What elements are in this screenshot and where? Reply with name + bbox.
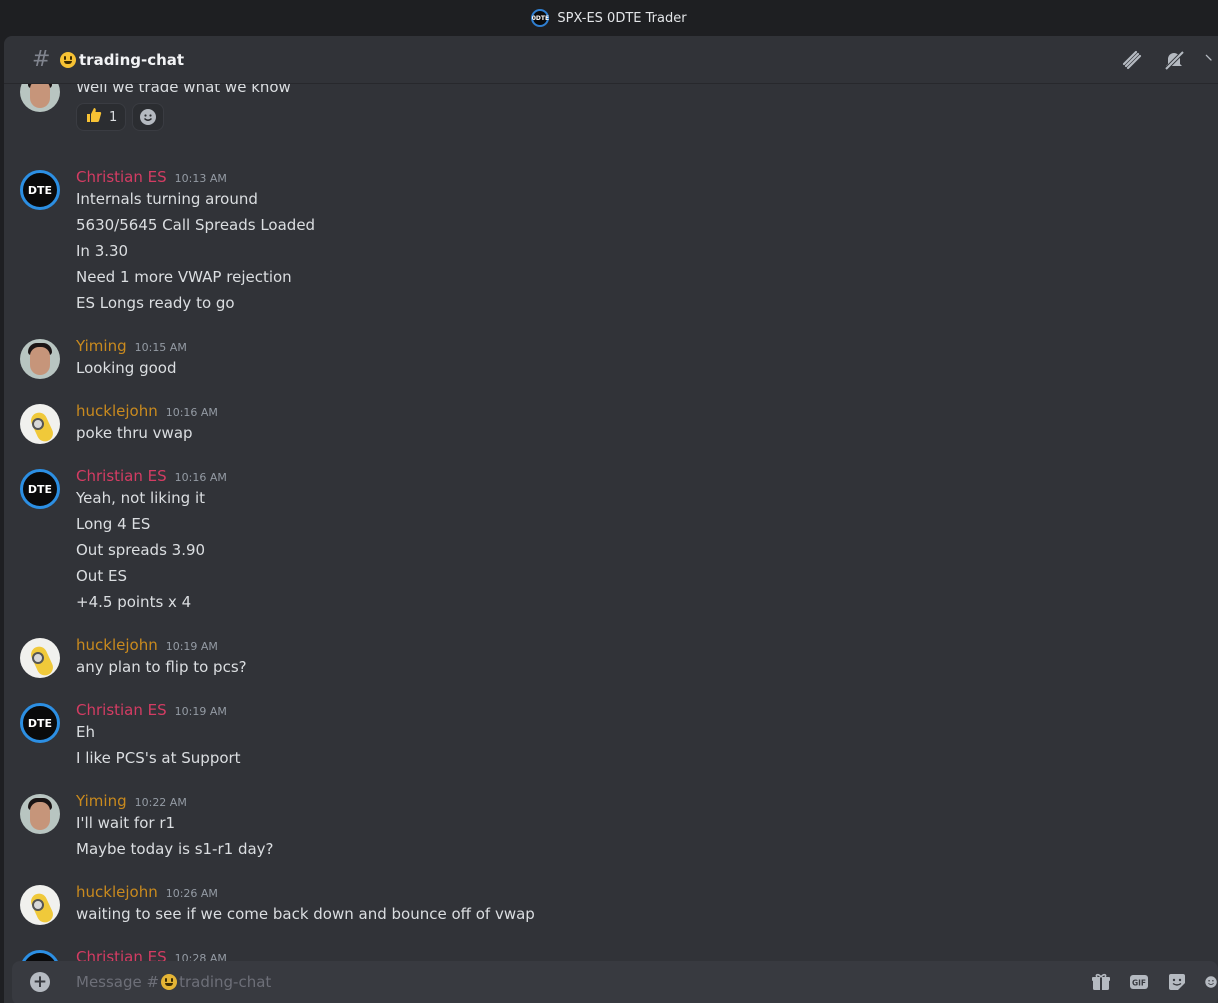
grinning-face-icon <box>161 974 178 990</box>
placeholder-prefix: Message # <box>76 973 160 991</box>
header-toolbar <box>1120 48 1218 72</box>
message-group: Yiming 10:15 AM Looking good <box>4 337 1204 385</box>
message-group: hucklejohn 10:26 AM waiting to see if we… <box>4 883 1204 931</box>
avatar[interactable] <box>20 794 60 834</box>
message-input[interactable]: Message # trading-chat <box>76 973 271 991</box>
message-composer: + Message # trading-chat GIF <box>12 961 1218 1003</box>
message-author[interactable]: hucklejohn <box>76 883 158 901</box>
message-line: Looking good <box>76 359 177 377</box>
message-timestamp: 10:15 AM <box>134 341 187 354</box>
message-author[interactable]: Christian ES <box>76 948 167 961</box>
message-line: I like PCS's at Support <box>76 749 241 767</box>
notification-bell-muted-icon[interactable] <box>1162 48 1186 72</box>
message-timestamp: 10:22 AM <box>134 796 187 809</box>
avatar[interactable] <box>20 339 60 379</box>
message-line: Long 4 ES <box>76 515 151 533</box>
avatar[interactable]: DTE <box>20 703 60 743</box>
message-group: hucklejohn 10:16 AM poke thru vwap <box>4 402 1204 450</box>
composer-toolbar: GIF <box>1090 971 1218 993</box>
message-timestamp: 10:26 AM <box>165 887 218 900</box>
threads-icon[interactable] <box>1120 48 1144 72</box>
avatar[interactable]: DTE <box>20 950 60 961</box>
emoji-picker-icon[interactable] <box>1204 971 1218 993</box>
message-line: Eh <box>76 723 95 741</box>
window-titlebar: 0DTE SPX-ES 0DTE Trader <box>0 0 1218 36</box>
message-group: DTE Christian ES 10:28 AM <box>4 948 1204 961</box>
message-line: I'll wait for r1 <box>76 814 176 832</box>
avatar[interactable] <box>20 84 60 112</box>
message-group: Yiming 10:22 AM I'll wait for r1 Maybe t… <box>4 792 1204 864</box>
message-author[interactable]: hucklejohn <box>76 402 158 420</box>
message-group: hucklejohn 10:19 AM any plan to flip to … <box>4 636 1204 684</box>
channel-name: trading-chat <box>60 51 184 69</box>
gift-icon[interactable] <box>1090 971 1112 993</box>
message-line: Well we trade what we know <box>76 84 291 96</box>
message-line: ES Longs ready to go <box>76 294 235 312</box>
reaction-count: 1 <box>109 109 118 125</box>
message-author[interactable]: Christian ES <box>76 467 167 485</box>
pinned-messages-icon[interactable] <box>1204 48 1218 72</box>
message-line: poke thru vwap <box>76 424 193 442</box>
sticker-icon[interactable] <box>1166 971 1188 993</box>
placeholder-channel: trading-chat <box>179 973 272 991</box>
grinning-face-icon <box>60 51 76 68</box>
message-author[interactable]: Yiming <box>76 337 127 355</box>
reaction-bar: 1 <box>76 103 165 131</box>
message-line: Internals turning around <box>76 190 258 208</box>
thumbs-up-icon <box>85 106 103 128</box>
chat-panel: # trading-chat Well we trade what we kno… <box>4 36 1218 1003</box>
avatar[interactable]: DTE <box>20 170 60 210</box>
message-line: any plan to flip to pcs? <box>76 658 247 676</box>
gif-label: GIF <box>1132 979 1146 988</box>
message-line: Out spreads 3.90 <box>76 541 206 559</box>
message-timestamp: 10:16 AM <box>165 406 218 419</box>
reaction-thumbs-up[interactable]: 1 <box>76 103 127 131</box>
add-reaction-icon <box>140 109 157 125</box>
message-author[interactable]: hucklejohn <box>76 636 158 654</box>
server-logo-icon: 0DTE <box>531 9 550 27</box>
message-line: Maybe today is s1-r1 day? <box>76 840 274 858</box>
message-line: In 3.30 <box>76 242 129 260</box>
avatar[interactable]: DTE <box>20 469 60 509</box>
message-line: Need 1 more VWAP rejection <box>76 268 292 286</box>
add-reaction-button[interactable] <box>132 103 165 131</box>
message-list: Well we trade what we know 1 DTE Christi… <box>4 84 1218 961</box>
gif-icon[interactable]: GIF <box>1128 971 1150 993</box>
message-line: waiting to see if we come back down and … <box>76 905 535 923</box>
channel-name-label: trading-chat <box>79 50 185 69</box>
message-line: 5630/5645 Call Spreads Loaded <box>76 216 316 234</box>
channel-hash-icon: # <box>32 47 51 72</box>
message-group: Well we trade what we know 1 <box>4 84 1204 152</box>
message-line: Yeah, not liking it <box>76 489 206 507</box>
message-timestamp: 10:16 AM <box>174 471 227 484</box>
channel-header: # trading-chat <box>4 36 1218 84</box>
message-group: DTE Christian ES 10:16 AM Yeah, not liki… <box>4 467 1204 617</box>
avatar[interactable] <box>20 404 60 444</box>
upload-plus-button[interactable]: + <box>30 972 50 992</box>
message-line: Out ES <box>76 567 127 585</box>
message-timestamp: 10:28 AM <box>174 952 227 961</box>
avatar[interactable] <box>20 638 60 678</box>
message-group: DTE Christian ES 10:19 AM Eh I like PCS'… <box>4 701 1204 773</box>
message-timestamp: 10:19 AM <box>165 640 218 653</box>
message-group: DTE Christian ES 10:13 AM Internals turn… <box>4 168 1204 318</box>
avatar[interactable] <box>20 885 60 925</box>
message-author[interactable]: Yiming <box>76 792 127 810</box>
message-author[interactable]: Christian ES <box>76 168 167 186</box>
message-timestamp: 10:13 AM <box>174 172 227 185</box>
message-line: +4.5 points x 4 <box>76 593 192 611</box>
message-author[interactable]: Christian ES <box>76 701 167 719</box>
message-timestamp: 10:19 AM <box>174 705 227 718</box>
window-title: SPX-ES 0DTE Trader <box>557 10 687 26</box>
